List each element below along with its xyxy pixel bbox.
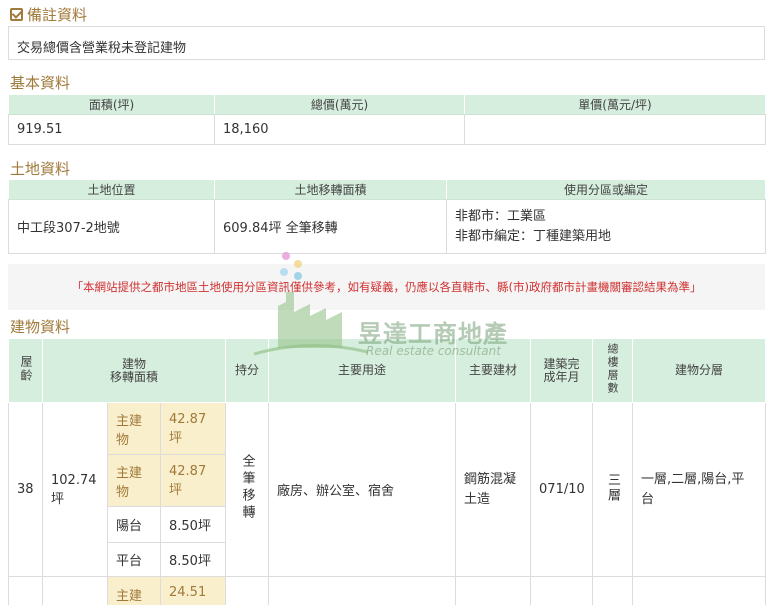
remarks-title-text: 備註資料 bbox=[27, 6, 88, 24]
row1-use: 廠房、辦公室、宿舍 bbox=[268, 402, 457, 577]
header-area: 建物 移轉面積 bbox=[41, 338, 227, 403]
row1-part-value-1: 42.87坪 bbox=[159, 402, 227, 455]
basic-area-value: 919.51 bbox=[8, 114, 215, 145]
header-floors-text: 總樓層數 bbox=[606, 343, 620, 395]
row1-share-text: 全筆移轉 bbox=[239, 453, 255, 522]
header-floor-split: 建物分層 bbox=[632, 338, 767, 403]
row1-floors: 三層 bbox=[592, 402, 634, 577]
basic-unit-value bbox=[464, 114, 766, 145]
row2-floors bbox=[592, 576, 634, 605]
header-share: 持分 bbox=[225, 338, 270, 403]
row1-floor-split: 一層,二層,陽台,平台 bbox=[632, 402, 767, 577]
row1-part-value-2: 42.87坪 bbox=[159, 454, 227, 507]
land-header-zoning: 使用分區或編定 bbox=[446, 179, 766, 200]
remarks-box: 交易總價含營業稅未登記建物 bbox=[8, 26, 765, 60]
basic-table: 面積(坪) 總價(萬元) 單價(萬元/坪) 919.51 18,160 bbox=[8, 94, 766, 145]
row1-total-area: 102.74坪 bbox=[42, 402, 108, 577]
row2-share bbox=[225, 576, 270, 605]
basic-header-total: 總價(萬元) bbox=[214, 94, 465, 115]
row2-age bbox=[8, 576, 43, 605]
table-row: 主建 24.51 bbox=[8, 576, 767, 605]
row1-age: 38 bbox=[8, 402, 43, 577]
land-location: 中工段307-2地號 bbox=[8, 199, 215, 254]
building-title: 建物資料 bbox=[10, 318, 71, 336]
row2-floor-split bbox=[632, 576, 767, 605]
header-use: 主要用途 bbox=[268, 338, 457, 403]
row2-material bbox=[455, 576, 532, 605]
row1-floors-text: 三層 bbox=[605, 472, 621, 503]
remarks-title: 備註資料 bbox=[10, 4, 87, 25]
land-zoning: 非都市：工業區 非都市編定：丁種建築用地 bbox=[446, 199, 766, 254]
zoning-disclaimer: 「本網站提供之都市地區土地使用分區資訊僅供參考，如有疑義，仍應以各直轄市、縣(市… bbox=[8, 264, 765, 310]
row1-part-label-2: 主建物 bbox=[107, 454, 161, 507]
header-material: 主要建材 bbox=[455, 338, 532, 403]
row1-share: 全筆移轉 bbox=[225, 402, 270, 577]
land-title: 土地資料 bbox=[10, 160, 71, 178]
row1-part-value-3: 8.50坪 bbox=[159, 506, 227, 543]
header-age-text: 屋齡 bbox=[19, 355, 33, 383]
row1-material: 鋼筋混凝土造 bbox=[455, 402, 532, 577]
row1-completed: 071/10 bbox=[530, 402, 594, 577]
basic-header-area: 面積(坪) bbox=[8, 94, 215, 115]
row2-use bbox=[268, 576, 457, 605]
row1-part-label-3: 陽台 bbox=[107, 506, 161, 543]
land-area: 609.84坪 全筆移轉 bbox=[214, 199, 447, 254]
table-row: 38 102.74坪 主建物 42.87坪 全筆移轉 廠房、辦公室、宿舍 鋼筋混… bbox=[8, 402, 767, 577]
land-zoning-line1: 非都市：工業區 bbox=[455, 208, 547, 224]
building-table: 屋齡 建物 移轉面積 持分 主要用途 主要建材 建築完成年月 總樓層數 建物分層… bbox=[8, 338, 767, 605]
basic-title: 基本資料 bbox=[10, 74, 71, 92]
row2-part-label: 主建 bbox=[107, 576, 161, 605]
land-header-area: 土地移轉面積 bbox=[214, 179, 447, 200]
row1-part-label-1: 主建物 bbox=[107, 402, 161, 455]
row1-part-value-4: 8.50坪 bbox=[159, 542, 227, 577]
land-table: 土地位置 土地移轉面積 使用分區或編定 中工段307-2地號 609.84坪 全… bbox=[8, 179, 766, 254]
row2-total-area bbox=[42, 576, 108, 605]
remarks-text: 交易總價含營業稅未登記建物 bbox=[17, 41, 187, 56]
header-floors: 總樓層數 bbox=[592, 338, 634, 403]
header-completed: 建築完成年月 bbox=[530, 338, 594, 403]
checkbox-icon bbox=[10, 8, 23, 21]
row2-completed bbox=[530, 576, 594, 605]
land-zoning-line2: 非都市編定：丁種建築用地 bbox=[455, 228, 612, 244]
land-header-location: 土地位置 bbox=[8, 179, 215, 200]
basic-header-unit: 單價(萬元/坪) bbox=[464, 94, 766, 115]
header-age: 屋齡 bbox=[8, 338, 43, 403]
row1-part-label-4: 平台 bbox=[107, 542, 161, 577]
row2-part-value: 24.51 bbox=[159, 576, 227, 605]
basic-total-value: 18,160 bbox=[214, 114, 465, 145]
